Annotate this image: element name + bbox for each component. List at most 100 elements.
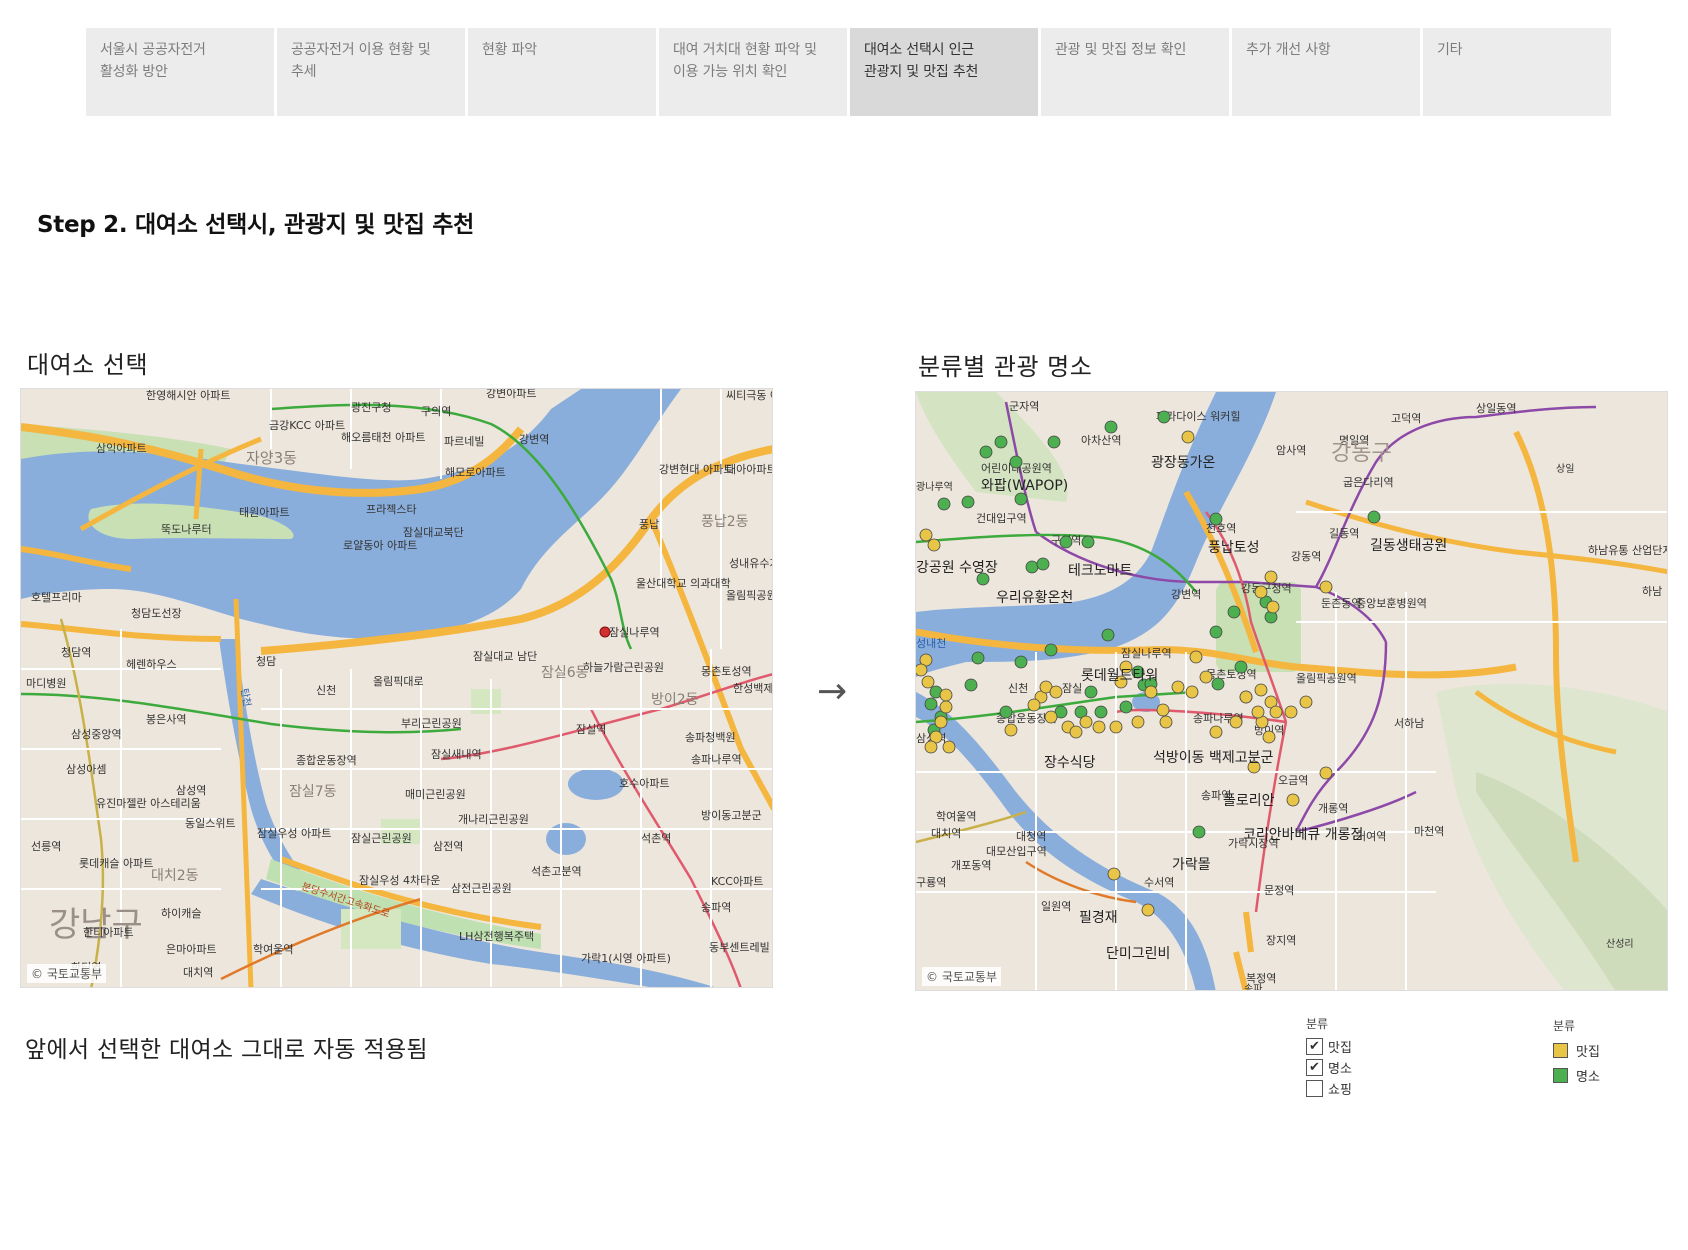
restaurant-marker[interactable] — [1181, 430, 1195, 444]
restaurant-marker[interactable] — [1262, 730, 1276, 744]
restaurant-marker[interactable] — [1131, 715, 1145, 729]
restaurant-marker[interactable] — [1319, 766, 1333, 780]
restaurant-marker[interactable] — [1286, 793, 1300, 807]
attraction-marker[interactable] — [999, 705, 1013, 719]
attraction-marker[interactable] — [1104, 420, 1118, 434]
checkbox-shopping[interactable] — [1306, 1080, 1323, 1097]
attraction-marker[interactable] — [1025, 560, 1039, 574]
restaurant-marker[interactable] — [939, 688, 953, 702]
map-label: 청담 — [256, 655, 276, 668]
restaurant-marker[interactable] — [1092, 720, 1106, 734]
restaurant-marker[interactable] — [1199, 670, 1213, 684]
attraction-marker[interactable] — [1227, 605, 1241, 619]
attraction-marker[interactable] — [964, 678, 978, 692]
restaurant-marker[interactable] — [942, 740, 956, 754]
checkbox-restaurant[interactable]: ✔ — [1306, 1038, 1323, 1055]
restaurant-marker[interactable] — [1266, 600, 1280, 614]
restaurant-marker[interactable] — [1185, 685, 1199, 699]
restaurant-marker[interactable] — [1107, 867, 1121, 881]
restaurant-marker[interactable] — [1027, 698, 1041, 712]
attraction-marker[interactable] — [1234, 660, 1248, 674]
restaurant-marker[interactable] — [939, 700, 953, 714]
restaurant-marker[interactable] — [1189, 650, 1203, 664]
restaurant-marker[interactable] — [1159, 715, 1173, 729]
restaurant-marker[interactable] — [1141, 903, 1155, 917]
tab-tour-food-info[interactable]: 관광 및 맛집 정보 확인 — [1041, 28, 1229, 116]
restaurant-marker[interactable] — [927, 538, 941, 552]
attraction-marker[interactable] — [1047, 435, 1061, 449]
attraction-marker[interactable] — [971, 651, 985, 665]
rental-station-map[interactable]: 한영해시안 아파트 광진구청 구의역 강변아파트 씨티극동 아파트 금강KCC … — [20, 388, 773, 988]
poi-label: 롯데월드타워 — [1081, 668, 1158, 684]
restaurant-marker[interactable] — [1156, 703, 1170, 717]
restaurant-marker[interactable] — [1269, 705, 1283, 719]
restaurant-marker[interactable] — [1171, 680, 1185, 694]
attraction-marker[interactable] — [1014, 492, 1028, 506]
attraction-marker[interactable] — [1009, 455, 1023, 469]
category-filter-title: 분류 — [1306, 1017, 1329, 1031]
checkbox-attraction[interactable]: ✔ — [1306, 1059, 1323, 1076]
attraction-marker[interactable] — [979, 445, 993, 459]
restaurant-marker[interactable] — [1109, 720, 1123, 734]
map-label: 강변아파트 — [486, 389, 537, 400]
restaurant-marker[interactable] — [1254, 585, 1268, 599]
attraction-marker[interactable] — [1094, 705, 1108, 719]
attraction-marker[interactable] — [1036, 557, 1050, 571]
attraction-marker[interactable] — [937, 497, 951, 511]
attraction-marker[interactable] — [1081, 535, 1095, 549]
tab-improvements[interactable]: 추가 개선 사항 — [1232, 28, 1420, 116]
map-label: 강변현대 아파트 — [659, 463, 733, 476]
filter-option-attraction[interactable]: ✔ 명소 — [1306, 1057, 1352, 1078]
tab-nearby-recommendation[interactable]: 대여소 선택시 인근 관광지 및 맛집 추천 — [850, 28, 1038, 116]
restaurant-marker[interactable] — [1144, 685, 1158, 699]
tab-status-overview[interactable]: 현황 파악 — [468, 28, 656, 116]
attraction-marker[interactable] — [994, 435, 1008, 449]
poi-label: 우리유황온천 — [996, 590, 1073, 606]
attraction-marker[interactable] — [1192, 825, 1206, 839]
filter-option-restaurant[interactable]: ✔ 맛집 — [1306, 1036, 1352, 1057]
restaurant-marker[interactable] — [919, 528, 933, 542]
filter-option-shopping[interactable]: 쇼핑 — [1306, 1078, 1352, 1099]
restaurant-marker[interactable] — [1284, 705, 1298, 719]
attraction-marker[interactable] — [1211, 677, 1225, 691]
attraction-marker[interactable] — [1044, 643, 1058, 657]
attraction-marker[interactable] — [1059, 535, 1073, 549]
restaurant-marker[interactable] — [1299, 695, 1313, 709]
restaurant-marker[interactable] — [921, 675, 935, 689]
map-label: 석촌역 — [641, 832, 671, 845]
attraction-marker[interactable] — [1014, 655, 1028, 669]
attraction-marker[interactable] — [1119, 700, 1133, 714]
restaurant-marker[interactable] — [1044, 710, 1058, 724]
attraction-marker[interactable] — [1101, 628, 1115, 642]
restaurant-marker[interactable] — [1209, 725, 1223, 739]
restaurant-marker[interactable] — [916, 663, 928, 677]
restaurant-marker[interactable] — [1251, 705, 1265, 719]
restaurant-marker[interactable] — [1239, 690, 1253, 704]
attraction-marker[interactable] — [1209, 512, 1223, 526]
restaurant-marker[interactable] — [1079, 715, 1093, 729]
tab-seoul-bike-activation[interactable]: 서울시 공공자전거 활성화 방안 — [86, 28, 274, 116]
poi-by-category-map[interactable]: 군자역 아차산역 광나루역 어린이대공원역 건대입구역 구의역 강변역 천호역 … — [915, 391, 1668, 991]
restaurant-marker[interactable] — [924, 740, 938, 754]
attraction-marker[interactable] — [1209, 625, 1223, 639]
restaurant-marker[interactable] — [1264, 570, 1278, 584]
attraction-marker[interactable] — [961, 495, 975, 509]
restaurant-marker[interactable] — [934, 715, 948, 729]
restaurant-marker[interactable] — [1319, 580, 1333, 594]
attraction-marker[interactable] — [1367, 510, 1381, 524]
restaurant-marker[interactable] — [1069, 725, 1083, 739]
legend-item-attraction[interactable]: 명소 — [1553, 1063, 1600, 1088]
restaurant-marker[interactable] — [1049, 685, 1063, 699]
map-label: 매미근린공원 — [405, 788, 466, 801]
restaurant-marker[interactable] — [1004, 723, 1018, 737]
attraction-marker[interactable] — [1157, 410, 1171, 424]
attraction-marker[interactable] — [1084, 685, 1098, 699]
restaurant-marker[interactable] — [1254, 683, 1268, 697]
selected-rental-station-marker[interactable] — [599, 626, 611, 638]
restaurant-marker[interactable] — [1229, 715, 1243, 729]
tab-etc[interactable]: 기타 — [1423, 28, 1611, 116]
attraction-marker[interactable] — [924, 697, 938, 711]
tab-rack-status[interactable]: 대여 거치대 현황 파악 및 이용 가능 위치 확인 — [659, 28, 847, 116]
tab-bike-usage-trend[interactable]: 공공자전거 이용 현황 및 추세 — [277, 28, 465, 116]
legend-item-restaurant[interactable]: 맛집 — [1553, 1038, 1600, 1063]
